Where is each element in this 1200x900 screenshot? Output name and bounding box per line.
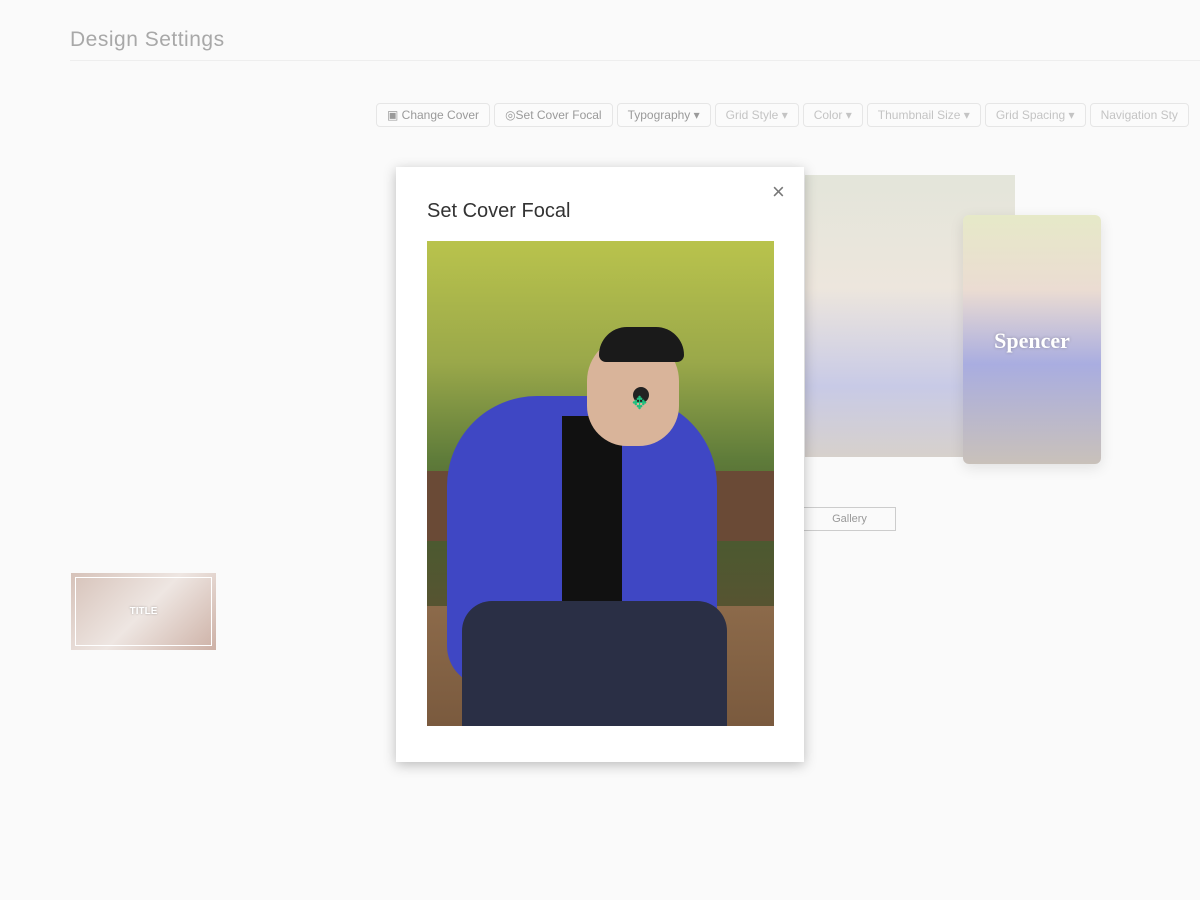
thumbnail-size-dropdown[interactable]: Thumbnail Size ▾	[866, 103, 981, 127]
grid-style-dropdown[interactable]: Grid Style ▾	[714, 103, 799, 127]
set-cover-focal-modal: Set Cover Focal × ✥	[396, 167, 804, 762]
photo-hair	[599, 327, 684, 362]
navigation-style-dropdown[interactable]: Navigation Sty	[1089, 103, 1189, 127]
modal-title: Set Cover Focal	[427, 200, 571, 222]
cover-style-thumbnail[interactable]: TITLE	[71, 573, 216, 650]
color-dropdown[interactable]: Color ▾	[802, 103, 863, 127]
close-icon[interactable]: ×	[772, 179, 785, 205]
change-cover-button[interactable]: ▣ Change Cover	[376, 103, 491, 127]
photo-shirt	[562, 416, 622, 616]
target-icon: ◎	[505, 108, 516, 122]
cover-name: Spencer	[994, 328, 1070, 353]
photo-legs	[462, 601, 727, 726]
mobile-cover-preview: Spencer	[963, 215, 1101, 464]
move-icon[interactable]: ✥	[632, 393, 647, 414]
gallery-button[interactable]: Gallery	[803, 507, 896, 531]
thumbnail-title: TITLE	[75, 577, 212, 646]
grid-spacing-dropdown[interactable]: Grid Spacing ▾	[984, 103, 1086, 127]
cover-photo[interactable]: ✥	[427, 241, 774, 726]
divider	[70, 60, 1200, 61]
page-title: Design Settings	[70, 28, 225, 51]
image-icon: ▣	[387, 108, 402, 122]
toolbar: ▣ Change Cover ◎Set Cover Focal Typograp…	[376, 103, 1189, 127]
set-cover-focal-button[interactable]: ◎Set Cover Focal	[494, 103, 613, 127]
typography-dropdown[interactable]: Typography ▾	[616, 103, 711, 127]
